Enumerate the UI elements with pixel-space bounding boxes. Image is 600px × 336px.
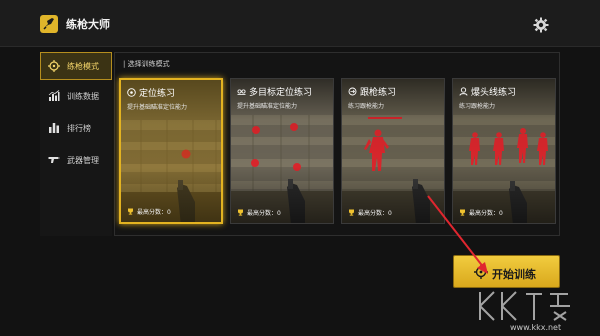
card-high-score: 最高分数：0 <box>348 208 392 217</box>
trophy-icon <box>459 209 466 216</box>
card-description: 练习跟枪能力 <box>348 103 385 110</box>
target-icon <box>127 88 136 97</box>
card-score-text: 最高分数：0 <box>247 210 281 217</box>
crosshair-icon <box>474 265 488 279</box>
sidebar-item-label: 练枪模式 <box>67 62 99 71</box>
start-training-button[interactable]: 开始训练 <box>453 255 560 288</box>
app-title: 练枪大师 <box>66 18 110 31</box>
mode-card-multi-target[interactable]: 多目标定位练习 提升基础瞄准定位能力 最高分数：0 <box>230 78 334 224</box>
trophy-icon <box>348 209 355 216</box>
gear-icon[interactable] <box>533 17 549 33</box>
start-training-label: 开始训练 <box>492 268 536 281</box>
card-score-text: 最高分数：0 <box>469 210 503 217</box>
sidebar-item-leaderboard[interactable]: 排行榜 <box>40 114 112 142</box>
card-title: 定位练习 <box>127 86 175 99</box>
sidebar-item-weapon-management[interactable]: 武器管理 <box>40 146 112 174</box>
sidebar: 练枪模式 训练数据 排行榜 武器管理 <box>40 52 112 236</box>
card-title: 爆头线练习 <box>459 85 516 98</box>
watermark-logo <box>472 286 594 326</box>
card-title-text: 跟枪练习 <box>360 88 397 98</box>
track-icon <box>348 87 357 96</box>
card-description: 提升基础瞄准定位能力 <box>127 104 188 111</box>
trophy-icon <box>237 209 244 216</box>
trophy-icon <box>127 208 134 215</box>
mode-card-headshot-line[interactable]: 爆头线练习 练习跟枪能力 最高分数：0 <box>452 78 556 224</box>
card-score-text: 最高分数：0 <box>137 209 171 216</box>
sidebar-item-practice-mode[interactable]: 练枪模式 <box>40 52 112 80</box>
mode-card-positioning[interactable]: 定位练习 提升基础瞄准定位能力 最高分数：0 <box>119 78 223 224</box>
bar-chart-icon <box>48 90 60 102</box>
sidebar-item-training-data[interactable]: 训练数据 <box>40 82 112 110</box>
sidebar-item-label: 武器管理 <box>67 156 99 165</box>
leaderboard-icon <box>48 122 60 134</box>
card-title: 多目标定位练习 <box>237 85 312 98</box>
card-high-score: 最高分数：0 <box>237 208 281 217</box>
card-title-text: 定位练习 <box>139 89 176 99</box>
card-score-text: 最高分数：0 <box>358 210 392 217</box>
watermark-url: www.kkx.net <box>510 323 562 332</box>
sidebar-item-label: 训练数据 <box>67 92 99 101</box>
mode-selection-panel: | 选择训练模式 定位练习 提升基础瞄准定位能力 最高分数：0 多目标定位练习 … <box>114 52 560 236</box>
card-description: 提升基础瞄准定位能力 <box>237 103 298 110</box>
card-title-text: 爆头线练习 <box>471 88 517 98</box>
crosshair-icon <box>48 60 60 72</box>
head-icon <box>459 87 468 96</box>
card-description: 练习跟枪能力 <box>459 103 496 110</box>
gun-icon <box>48 154 60 166</box>
card-high-score: 最高分数：0 <box>127 207 171 216</box>
card-title-text: 多目标定位练习 <box>249 88 313 98</box>
sidebar-item-label: 排行榜 <box>67 124 91 133</box>
rocket-icon <box>40 15 58 33</box>
header-bar: 练枪大师 <box>0 0 600 47</box>
card-high-score: 最高分数：0 <box>459 208 503 217</box>
multi-target-icon <box>237 87 246 96</box>
card-title: 跟枪练习 <box>348 85 396 98</box>
panel-title: | 选择训练模式 <box>123 60 170 68</box>
mode-card-tracking[interactable]: 跟枪练习 练习跟枪能力 最高分数：0 <box>341 78 445 224</box>
